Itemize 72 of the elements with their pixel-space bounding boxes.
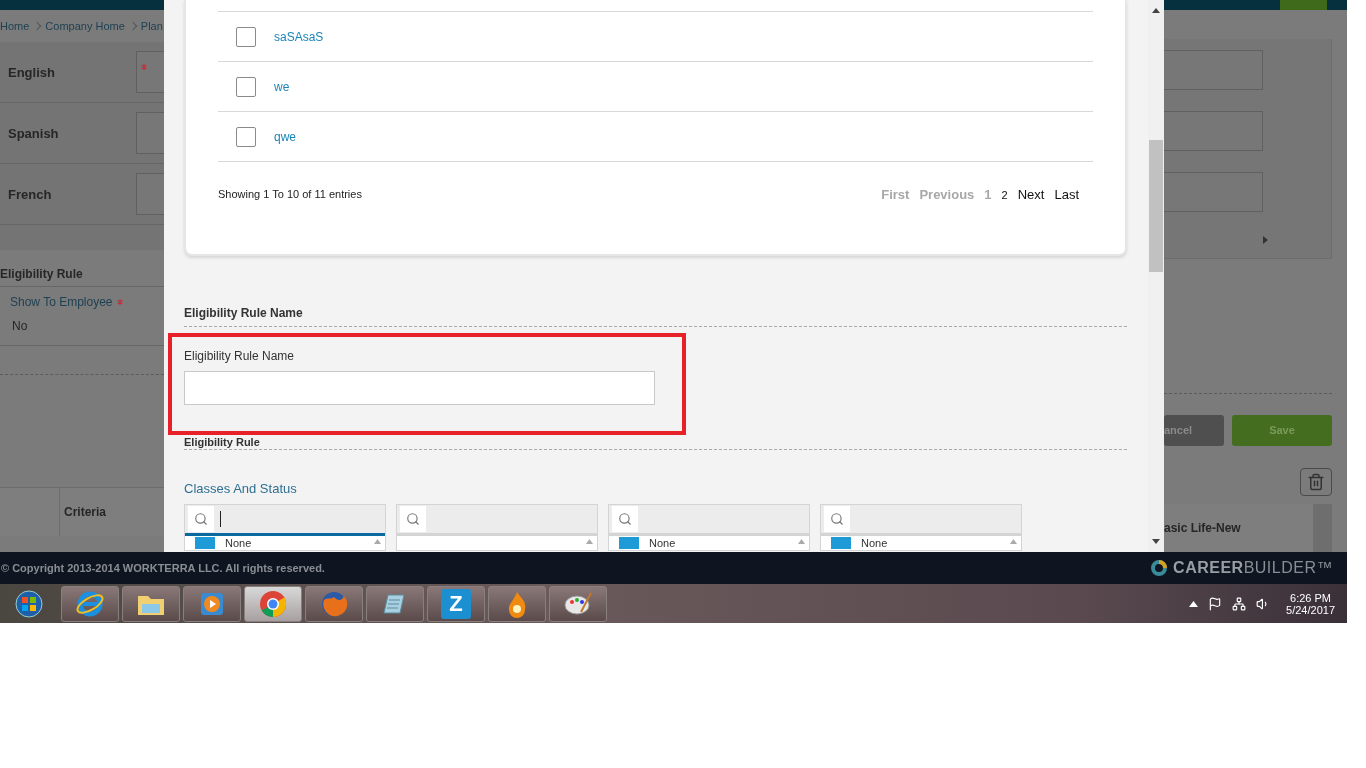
checkbox[interactable] bbox=[236, 26, 256, 47]
required-asterisk-icon bbox=[116, 299, 123, 305]
checkbox[interactable] bbox=[195, 537, 215, 549]
e-logo-icon bbox=[75, 589, 105, 618]
breadcrumb-link[interactable]: Company Home bbox=[45, 20, 125, 32]
search-icon bbox=[618, 512, 632, 526]
taskbar-app-button[interactable]: Z bbox=[427, 585, 485, 622]
list-option[interactable]: None bbox=[861, 537, 888, 549]
fox-globe-icon bbox=[320, 589, 348, 618]
language-label: French bbox=[7, 186, 53, 202]
ring-logo-icon bbox=[1151, 560, 1168, 576]
taskbar-app-button[interactable] bbox=[61, 585, 119, 622]
scrollbar-thumb[interactable] bbox=[1149, 140, 1163, 272]
taskbar-app-button[interactable] bbox=[183, 585, 241, 622]
translation-field[interactable] bbox=[136, 51, 164, 93]
breadcrumb-link[interactable]: Plan bbox=[140, 20, 163, 32]
translation-field[interactable] bbox=[1164, 110, 1263, 151]
taskbar-app-button[interactable] bbox=[122, 585, 180, 622]
required-asterisk-icon bbox=[141, 64, 147, 70]
taskbar-app-button[interactable] bbox=[366, 585, 424, 622]
column-header: Criteria bbox=[63, 505, 107, 519]
translation-field[interactable] bbox=[1164, 171, 1263, 212]
show-hidden-icons-icon[interactable] bbox=[1189, 600, 1199, 607]
clock[interactable]: 6:26 PM 5/24/2017 bbox=[1286, 591, 1335, 616]
taskbar-app-button[interactable] bbox=[488, 585, 546, 622]
logo-text: CAREERBUILDER™ bbox=[1173, 559, 1333, 577]
start-orb-icon bbox=[15, 589, 43, 618]
field-label: Classes And Status bbox=[184, 481, 298, 496]
flag-icon[interactable] bbox=[1208, 596, 1223, 611]
field-label: Eligibility Rule Name bbox=[184, 349, 296, 365]
scroll-down-icon[interactable] bbox=[1152, 539, 1160, 544]
checkbox[interactable] bbox=[831, 537, 851, 549]
pagination-link[interactable]: Last bbox=[1054, 186, 1079, 202]
scroll-up-icon[interactable] bbox=[1152, 8, 1160, 13]
pagination-link[interactable]: Next bbox=[1017, 186, 1045, 202]
column-header: asic Life-New bbox=[1164, 521, 1241, 535]
search-icon bbox=[830, 512, 844, 526]
language-label: Spanish bbox=[7, 125, 60, 141]
taskbar-app-button[interactable] bbox=[244, 585, 302, 622]
delete-button[interactable] bbox=[1300, 467, 1332, 496]
text-cursor bbox=[220, 511, 221, 527]
round-browser-icon bbox=[259, 589, 287, 618]
row-link[interactable]: qwe bbox=[274, 129, 296, 144]
entries-info: Showing 1 To 10 of 11 entries bbox=[218, 188, 362, 200]
checkbox[interactable] bbox=[236, 76, 256, 97]
cancel-button[interactable]: ancel bbox=[1164, 414, 1224, 446]
trash-icon bbox=[1307, 472, 1325, 491]
field-label: Show To Employee bbox=[10, 295, 113, 309]
list-option[interactable]: None bbox=[225, 537, 252, 549]
play-icon bbox=[199, 590, 225, 617]
translation-field[interactable] bbox=[1164, 49, 1263, 90]
checkbox[interactable] bbox=[236, 126, 256, 147]
scroll-right-icon[interactable] bbox=[1263, 236, 1268, 245]
translation-field[interactable] bbox=[136, 173, 164, 215]
search-field[interactable] bbox=[185, 505, 385, 536]
pagination-link[interactable]: 2 bbox=[1001, 188, 1008, 201]
checkbox[interactable] bbox=[619, 537, 639, 549]
copyright-text: © Copyright 2013-2014 WORKTERRA LLC. All rights reserved. bbox=[1, 562, 325, 574]
taskbar-app-button[interactable] bbox=[549, 585, 607, 622]
row-link[interactable]: we bbox=[274, 79, 290, 94]
list-option[interactable]: None bbox=[649, 537, 676, 549]
scrollbar[interactable] bbox=[1313, 504, 1332, 552]
translation-field[interactable] bbox=[136, 112, 164, 154]
input-field[interactable] bbox=[184, 371, 655, 405]
network-icon[interactable] bbox=[1232, 596, 1247, 611]
search-icon bbox=[406, 512, 420, 526]
search-icon bbox=[194, 512, 208, 526]
row-link[interactable]: saSAsaS bbox=[274, 29, 324, 44]
breadcrumb-link[interactable]: Home bbox=[0, 20, 30, 32]
language-label: English bbox=[7, 64, 56, 80]
section-title: Eligibility Rule bbox=[184, 436, 1127, 450]
section-title: Eligibility Rule Name bbox=[184, 301, 1127, 327]
